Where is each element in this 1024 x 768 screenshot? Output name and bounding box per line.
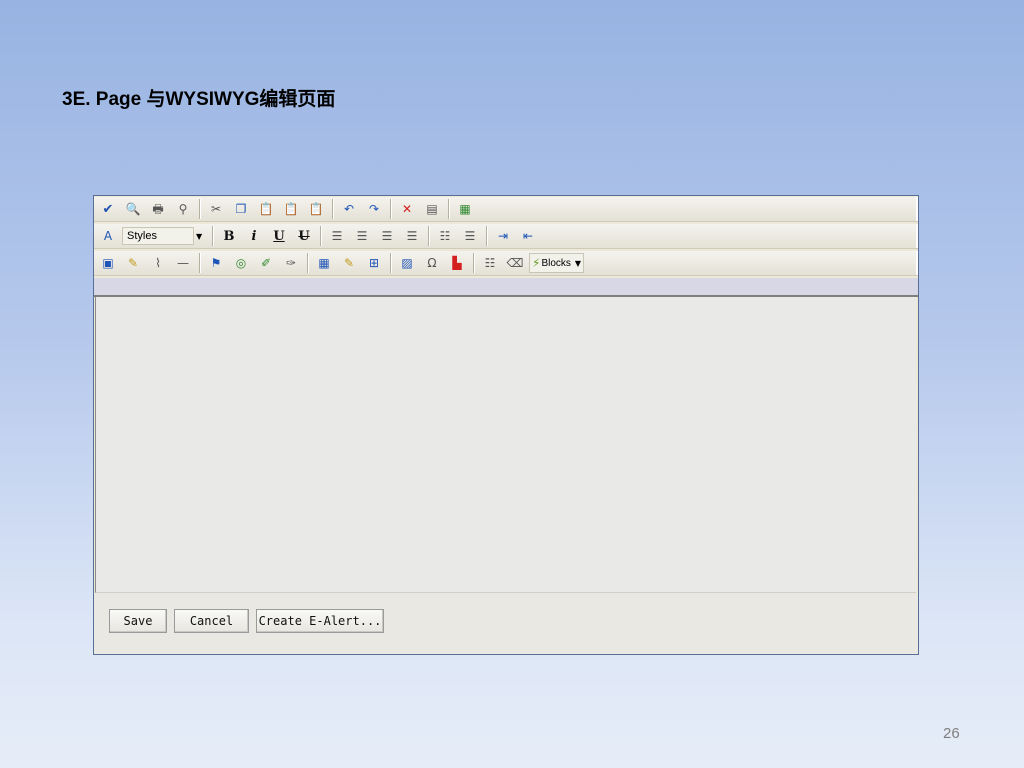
image-icon[interactable]: ▣ [97, 253, 119, 273]
underline-icon[interactable]: U [268, 226, 290, 246]
align-center-icon[interactable]: ☰ [351, 226, 373, 246]
toolbar-separator [486, 226, 488, 246]
toolbar-separator [390, 253, 392, 273]
outdent-icon[interactable]: ⇤ [517, 226, 539, 246]
paste-word-icon[interactable]: 📋 [305, 199, 327, 219]
special-char-icon[interactable]: Ω [421, 253, 443, 273]
redo-icon[interactable]: ↷ [363, 199, 385, 219]
wysiwyg-editor: ✔ 🔍 🖶 ⚲ ✂ ❐ 📋 📋 📋 ↶ ↷ ✕ ▤ ▦ A Styles ▼ Bi U U ☰ ☰ ☰ ☰ ☷ ☰ ⇥ ⇤ ▣ ✎ ⌇ —… [93, 195, 919, 655]
undo-icon[interactable]: ↶ [338, 199, 360, 219]
toolbar-separator [332, 199, 334, 219]
anchor-icon[interactable]: ◎ [230, 253, 252, 273]
table-grid-icon[interactable]: ⊞ [363, 253, 385, 273]
spellcheck-icon[interactable]: ✔ [97, 199, 119, 219]
chart-icon[interactable]: ▙ [446, 253, 468, 273]
align-left-icon[interactable]: ☰ [326, 226, 348, 246]
save-button[interactable]: Save [109, 609, 167, 633]
numbered-list-icon[interactable]: ☷ [434, 226, 456, 246]
editor-button-bar: Save Cancel Create E-Alert... [94, 594, 918, 654]
link-edit-icon[interactable]: ✐ [255, 253, 277, 273]
link-icon[interactable]: ⚑ [205, 253, 227, 273]
justify-icon[interactable]: ☰ [401, 226, 423, 246]
remove-format-icon[interactable]: ✕ [396, 199, 418, 219]
toolbar-strip [94, 278, 918, 297]
toolbar-separator [320, 226, 322, 246]
bold-icon[interactable]: B [218, 226, 240, 246]
cancel-button[interactable]: Cancel [174, 609, 249, 633]
toolbar-separator [307, 253, 309, 273]
page-break-icon[interactable]: ☷ [479, 253, 501, 273]
blocks-dropdown[interactable]: ⚡ Blocks ▼ [529, 253, 585, 273]
table-edit-icon[interactable]: ✎ [338, 253, 360, 273]
styles-select-label: Styles [122, 227, 194, 245]
indent-icon[interactable]: ⇥ [492, 226, 514, 246]
style-icon[interactable]: A [97, 226, 119, 246]
create-e-alert-button[interactable]: Create E-Alert... [256, 609, 384, 633]
horizontal-rule-icon[interactable]: — [172, 253, 194, 273]
unlink-icon[interactable]: ✑ [280, 253, 302, 273]
toolbar-separator [199, 199, 201, 219]
paste-text-icon[interactable]: 📋 [280, 199, 302, 219]
page-number: 26 [943, 725, 960, 742]
toolbar-row-2: A Styles ▼ Bi U U ☰ ☰ ☰ ☰ ☷ ☰ ⇥ ⇤ [94, 224, 918, 249]
toolbar-row-3: ▣ ✎ ⌇ — ⚑ ◎ ✐ ✑ ▦ ✎ ⊞ ▨ Ω ▙ ☷ ⌫ ⚡ Blocks ▼ [94, 251, 918, 276]
presentation-icon[interactable]: ▦ [454, 199, 476, 219]
erase-icon[interactable]: ⌫ [504, 253, 526, 273]
toolbar-separator [473, 253, 475, 273]
italic-icon[interactable]: i [243, 226, 265, 246]
table-icon[interactable]: ▦ [313, 253, 335, 273]
find-icon[interactable]: ⚲ [172, 199, 194, 219]
toolbar-separator [212, 226, 214, 246]
toolbar-separator [448, 199, 450, 219]
toolbar-row-1: ✔ 🔍 🖶 ⚲ ✂ ❐ 📋 📋 📋 ↶ ↷ ✕ ▤ ▦ [94, 197, 918, 222]
styles-dropdown[interactable]: Styles ▼ [122, 227, 210, 245]
preview-icon[interactable]: 🔍 [122, 199, 144, 219]
align-right-icon[interactable]: ☰ [376, 226, 398, 246]
slide-title: 3E. Page 与WYSIWYG编辑页面 [62, 89, 336, 110]
edit-icon[interactable]: ✎ [122, 253, 144, 273]
paste-icon[interactable]: 📋 [255, 199, 277, 219]
blocks-label: Blocks [541, 257, 571, 269]
toolbar-separator [199, 253, 201, 273]
source-icon[interactable]: ▤ [421, 199, 443, 219]
chevron-down-icon[interactable]: ▼ [196, 232, 204, 241]
cut-icon[interactable]: ✂ [205, 199, 227, 219]
toolbar-separator [390, 199, 392, 219]
picture-icon[interactable]: ▨ [396, 253, 418, 273]
strikethrough-icon[interactable]: U [293, 226, 315, 246]
chevron-down-icon: ▼ [574, 258, 582, 268]
bulleted-list-icon[interactable]: ☰ [459, 226, 481, 246]
copy-icon[interactable]: ❐ [230, 199, 252, 219]
attach-icon[interactable]: ⌇ [147, 253, 169, 273]
lightning-icon: ⚡ [532, 256, 541, 270]
editor-content-area[interactable] [95, 297, 916, 593]
toolbar-separator [428, 226, 430, 246]
print-icon[interactable]: 🖶 [147, 199, 169, 219]
